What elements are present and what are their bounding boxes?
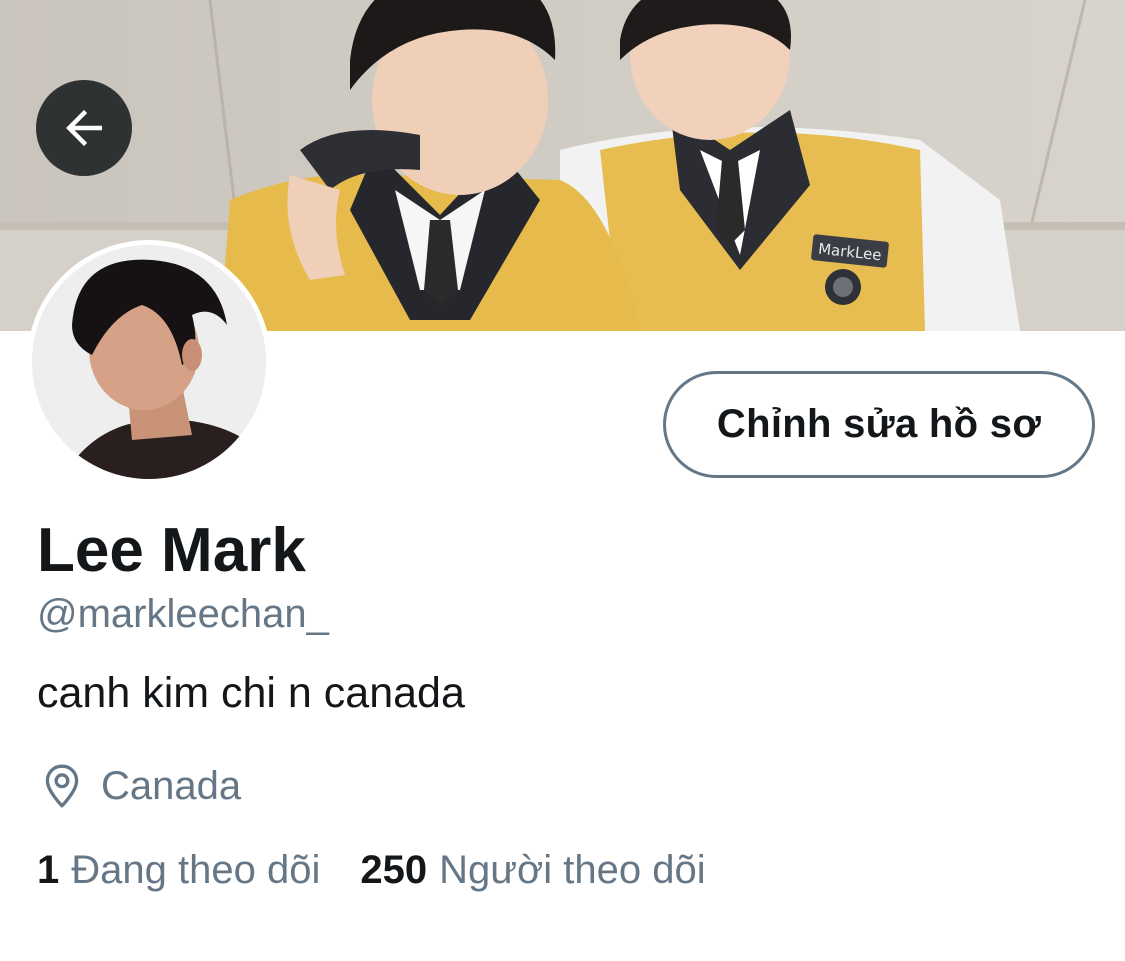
followers-stat[interactable]: 250 Người theo dõi (360, 848, 705, 893)
arrow-left-icon (66, 110, 102, 146)
followers-count: 250 (360, 848, 428, 892)
avatar-photo (32, 245, 266, 479)
username-handle: @markleechan_ (37, 592, 329, 636)
edit-profile-button[interactable]: Chỉnh sửa hồ sơ (663, 371, 1095, 478)
location-text: Canada (101, 763, 242, 808)
avatar[interactable] (27, 240, 271, 484)
following-label: Đang theo dõi (71, 848, 321, 892)
back-button[interactable] (36, 80, 132, 176)
following-stat[interactable]: 1 Đang theo dõi (37, 848, 320, 893)
follow-stats: 1 Đang theo dõi 250 Người theo dõi (37, 848, 706, 893)
profile-location: Canada (37, 760, 241, 812)
display-name: Lee Mark (37, 516, 306, 585)
followers-label: Người theo dõi (439, 848, 706, 892)
map-pin-icon (45, 764, 79, 808)
profile-bio: canh kim chi n canada (37, 669, 465, 717)
following-count: 1 (37, 848, 60, 892)
